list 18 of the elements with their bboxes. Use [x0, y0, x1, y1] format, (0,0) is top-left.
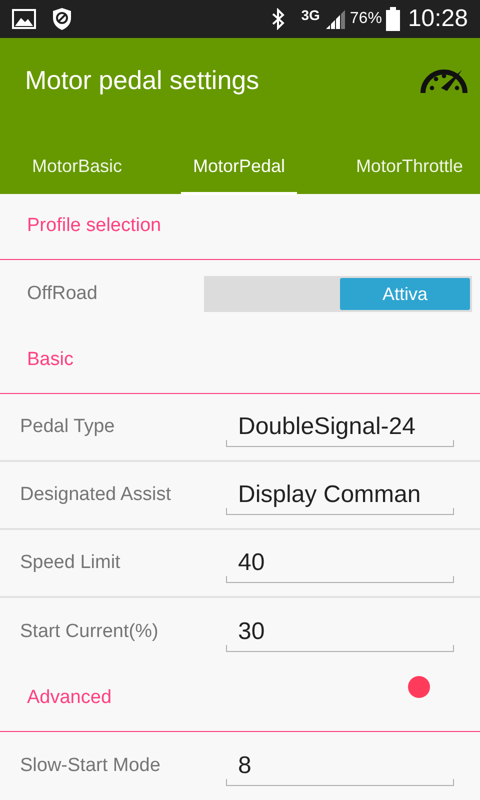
clock: 10:28	[408, 4, 468, 34]
signal-icon	[324, 8, 346, 30]
section-header: Advanced	[27, 686, 112, 710]
bluetooth-icon	[271, 8, 286, 30]
image-icon	[12, 9, 36, 29]
battery-level: 76%	[350, 9, 382, 29]
app-title: Motor pedal settings	[25, 64, 260, 96]
shield-icon	[52, 7, 72, 31]
section-header: Basic	[27, 348, 74, 372]
setting-label: Pedal Type	[19, 414, 115, 439]
network-label: 3G	[301, 6, 320, 24]
setting-label: Slow-Start Mode	[19, 754, 160, 778]
battery-icon	[386, 7, 400, 31]
setting-label: Start Current(%)	[19, 620, 158, 644]
setting-label: Designated Assist	[19, 482, 172, 507]
section-header: Profile selection	[27, 214, 162, 238]
setting-label: OffRoad	[26, 282, 98, 306]
setting-label: Speed Limit	[19, 550, 120, 575]
